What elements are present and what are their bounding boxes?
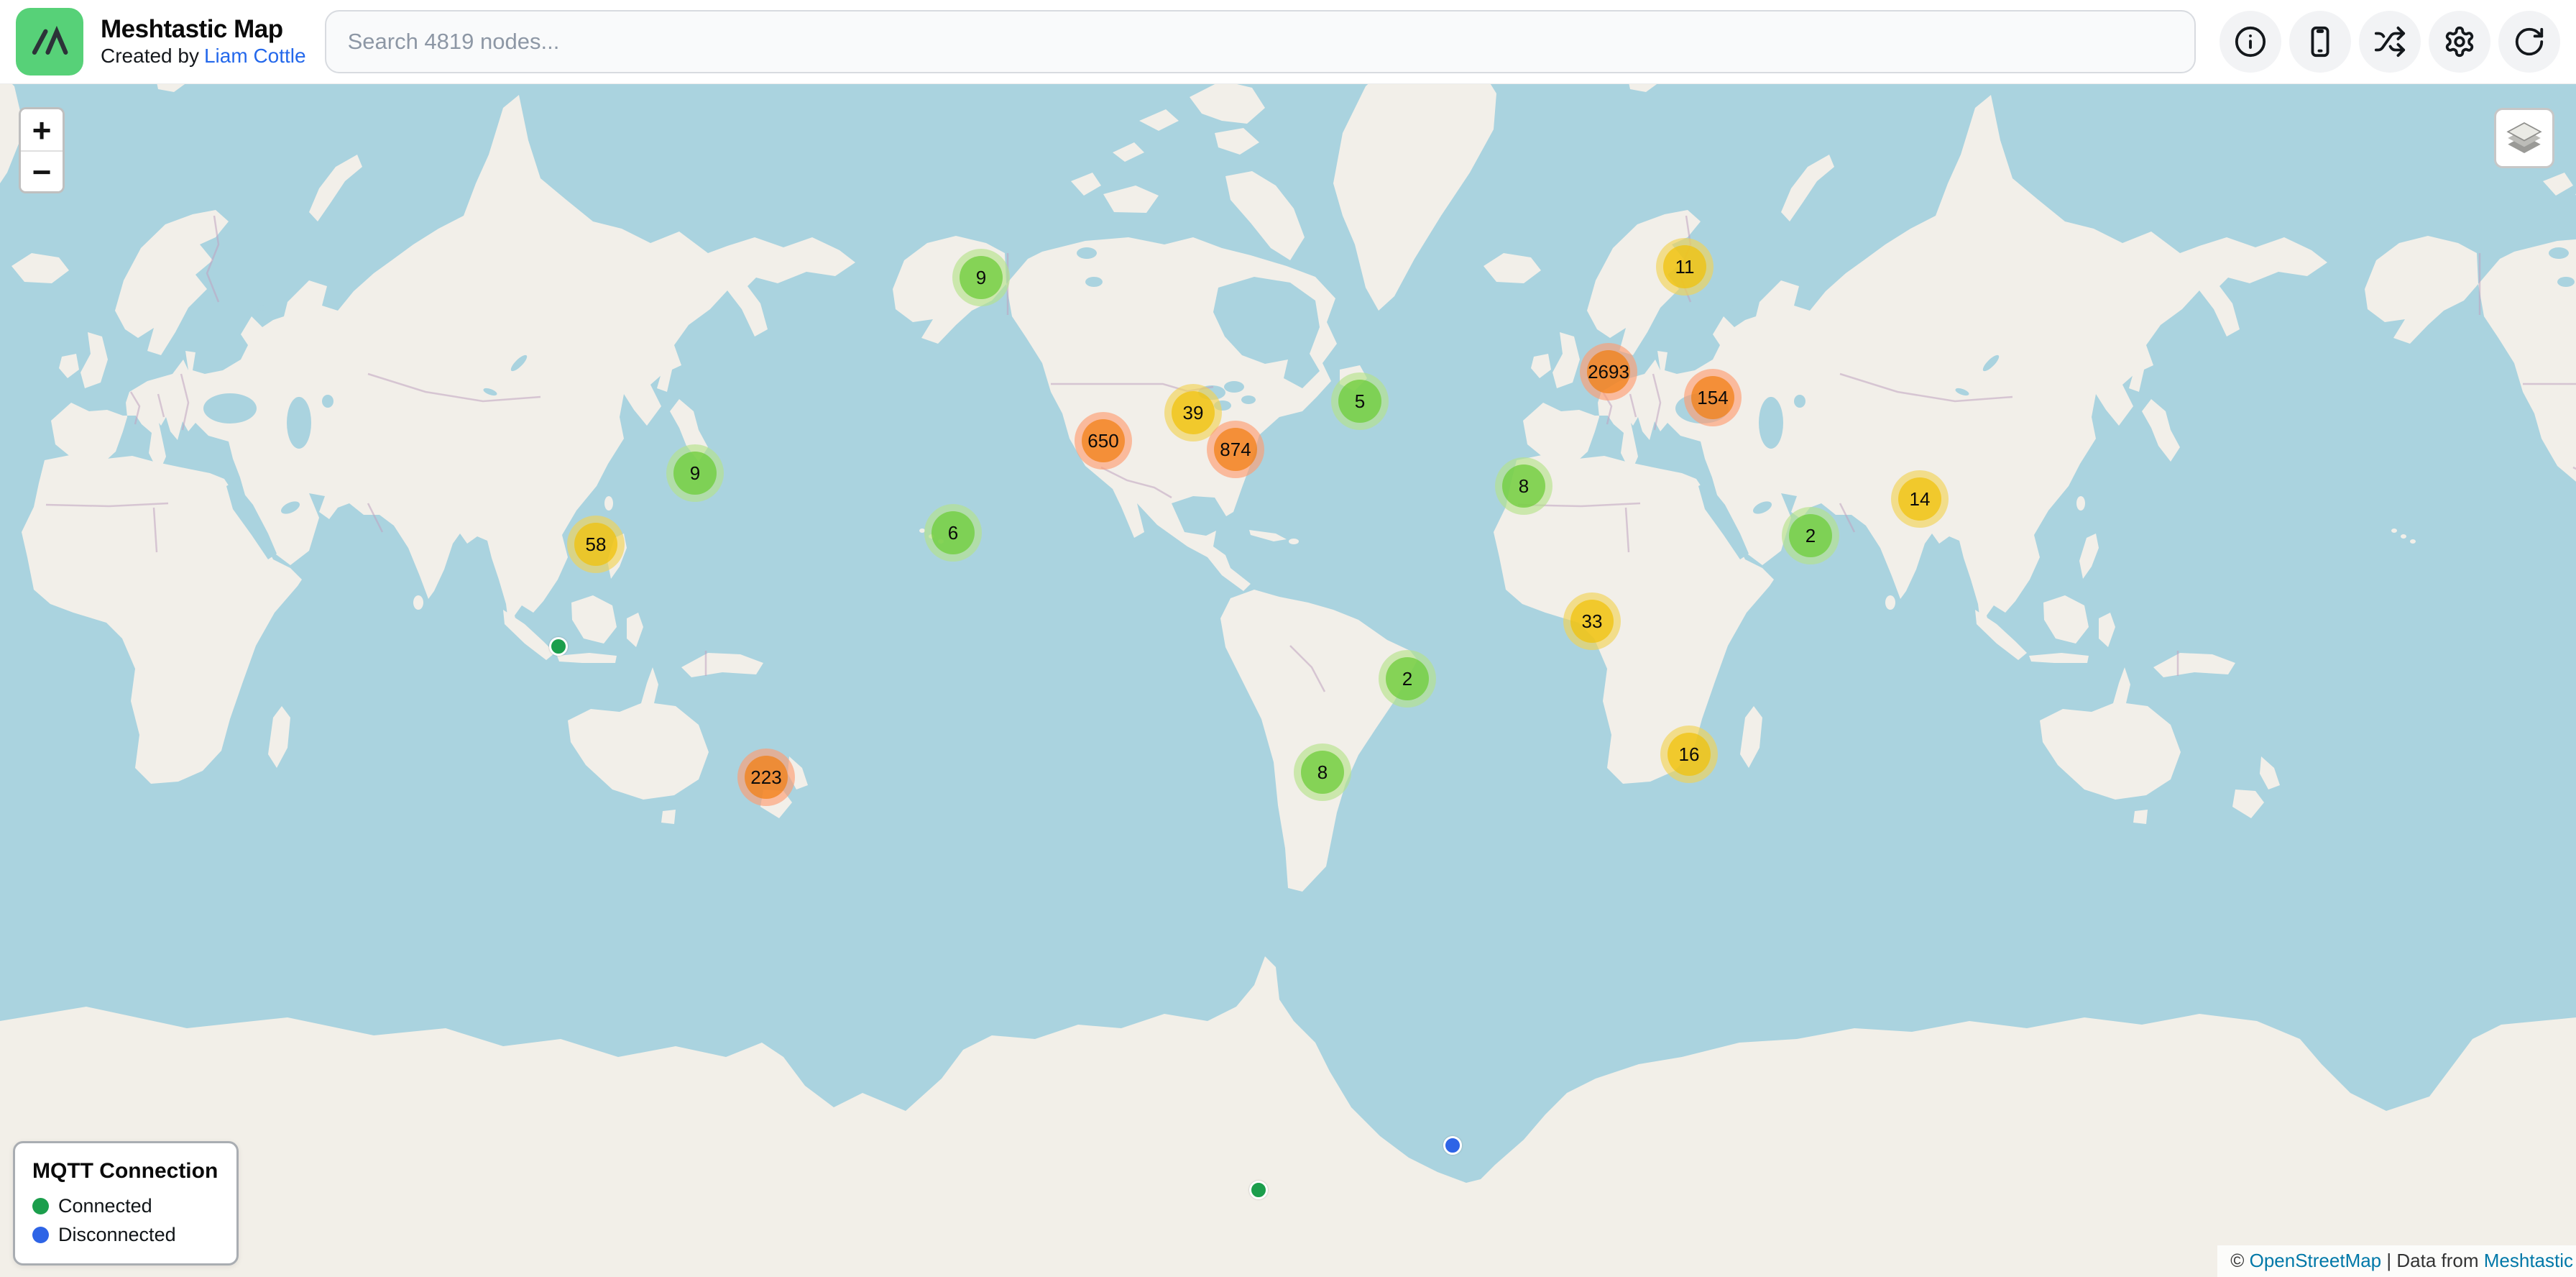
- cluster-count: 9: [673, 452, 717, 495]
- cluster-count: 8: [1301, 751, 1344, 794]
- legend-title: MQTT Connection: [32, 1159, 218, 1184]
- cluster-marker[interactable]: 5: [1331, 372, 1389, 430]
- legend-item-connected: Connected: [32, 1195, 218, 1217]
- map-attribution: © OpenStreetMap | Data from Meshtastic: [2217, 1245, 2576, 1277]
- cluster-marker[interactable]: 2693: [1580, 343, 1637, 401]
- author-link[interactable]: Liam Cottle: [204, 45, 306, 67]
- cluster-count: 874: [1214, 428, 1257, 471]
- osm-link[interactable]: OpenStreetMap: [2250, 1250, 2382, 1271]
- zoom-in-button[interactable]: +: [21, 109, 63, 150]
- cluster-count: 16: [1668, 733, 1711, 776]
- cluster-marker[interactable]: 6: [924, 504, 982, 562]
- cluster-marker[interactable]: 874: [1207, 421, 1264, 478]
- cluster-marker[interactable]: 11: [1656, 238, 1714, 296]
- zoom-out-button[interactable]: −: [21, 150, 63, 191]
- title-block: Meshtastic Map Created byLiam Cottle: [101, 15, 306, 68]
- attribution-separator: | Data from: [2381, 1250, 2484, 1271]
- cluster-count: 6: [932, 511, 975, 554]
- cluster-marker[interactable]: 8: [1495, 457, 1552, 515]
- top-bar: Meshtastic Map Created byLiam Cottle: [0, 0, 2576, 84]
- cluster-count: 223: [745, 756, 788, 799]
- cluster-count: 2: [1789, 514, 1832, 557]
- zoom-control: + −: [19, 107, 65, 193]
- shuffle-icon: [2373, 25, 2406, 58]
- cluster-count: 5: [1338, 380, 1381, 423]
- cluster-count: 2: [1386, 657, 1429, 700]
- cluster-count: 9: [960, 256, 1003, 299]
- cluster-marker[interactable]: 9: [666, 444, 724, 502]
- node-marker-connected[interactable]: [549, 637, 568, 656]
- refresh-icon: [2513, 25, 2546, 58]
- cluster-count: 58: [574, 523, 617, 566]
- cluster-count: 11: [1663, 245, 1706, 288]
- meshtastic-logo: [16, 8, 83, 75]
- cluster-marker[interactable]: 223: [737, 749, 795, 806]
- disconnected-dot-icon: [32, 1227, 49, 1243]
- node-marker-disconnected[interactable]: [1443, 1136, 1462, 1155]
- cluster-marker[interactable]: 8: [1294, 743, 1351, 801]
- connected-dot-icon: [32, 1198, 49, 1214]
- cluster-marker[interactable]: 2: [1782, 507, 1839, 564]
- legend-item-label: Disconnected: [58, 1224, 176, 1246]
- copyright-text: ©: [2230, 1250, 2249, 1271]
- node-marker-connected[interactable]: [1249, 1181, 1268, 1199]
- layers-control[interactable]: [2494, 108, 2554, 168]
- cluster-marker[interactable]: 14: [1891, 470, 1949, 528]
- cluster-count: 2693: [1587, 350, 1630, 393]
- legend-item-label: Connected: [58, 1195, 152, 1217]
- map-canvas[interactable]: 9 11 2693 154 39 5 650 874 9 8 14 2 6 58 33 2 223 8 16 + −…: [0, 84, 2576, 1277]
- info-button[interactable]: [2220, 11, 2281, 73]
- cluster-marker[interactable]: 16: [1660, 726, 1718, 783]
- smartphone-icon: [2304, 25, 2337, 58]
- search-input[interactable]: [325, 10, 2196, 73]
- header-button-group: [2212, 11, 2560, 73]
- shuffle-button[interactable]: [2359, 11, 2421, 73]
- world-map: [0, 84, 2576, 1277]
- cluster-count: 14: [1898, 477, 1941, 521]
- cluster-count: 8: [1502, 464, 1545, 508]
- page-title: Meshtastic Map: [101, 15, 306, 44]
- meshtastic-link[interactable]: Meshtastic: [2484, 1250, 2573, 1271]
- layers-icon: [2504, 118, 2544, 158]
- info-icon: [2234, 25, 2267, 58]
- cluster-marker[interactable]: 154: [1684, 369, 1742, 426]
- cluster-marker[interactable]: 9: [952, 249, 1010, 306]
- settings-button[interactable]: [2429, 11, 2490, 73]
- cluster-count: 650: [1082, 419, 1125, 462]
- cluster-marker[interactable]: 2: [1379, 650, 1436, 708]
- refresh-button[interactable]: [2498, 11, 2560, 73]
- meshtastic-logo-icon: [27, 19, 72, 64]
- cluster-count: 154: [1691, 376, 1734, 419]
- mqtt-connection-legend: MQTT Connection Connected Disconnected: [13, 1141, 239, 1265]
- cluster-count: 39: [1172, 391, 1215, 434]
- cluster-marker[interactable]: 650: [1075, 412, 1132, 470]
- legend-item-disconnected: Disconnected: [32, 1224, 218, 1246]
- smartphone-button[interactable]: [2289, 11, 2351, 73]
- byline: Created byLiam Cottle: [101, 44, 306, 68]
- byline-prefix: Created by: [101, 45, 199, 67]
- cluster-marker[interactable]: 33: [1563, 592, 1621, 650]
- cluster-marker[interactable]: 58: [567, 516, 625, 573]
- cluster-count: 33: [1570, 600, 1614, 643]
- settings-icon: [2443, 25, 2476, 58]
